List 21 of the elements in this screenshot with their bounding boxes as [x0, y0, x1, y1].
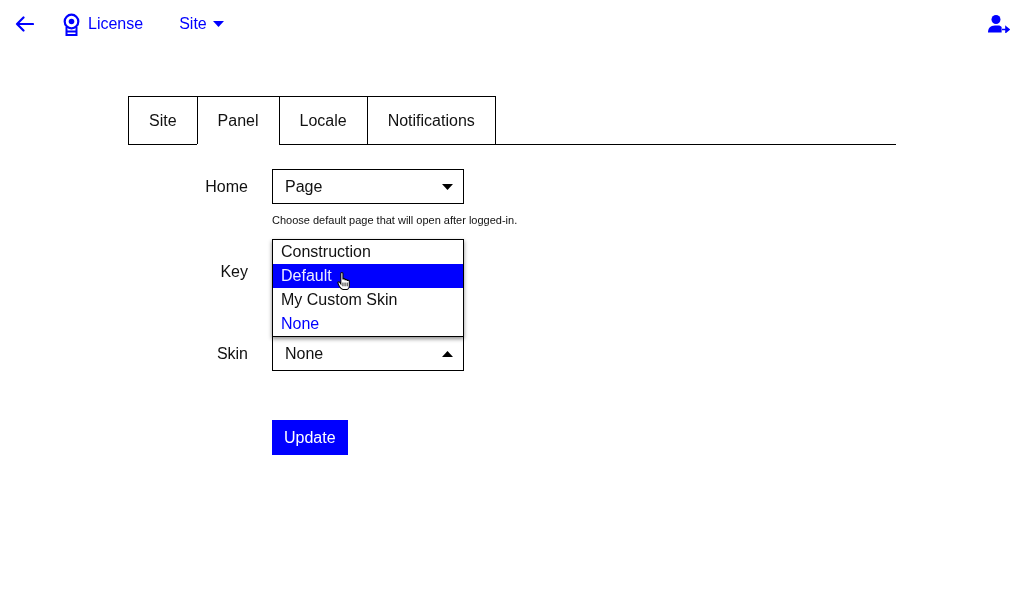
- dropdown-option[interactable]: Construction: [273, 240, 463, 264]
- caret-down-icon: [212, 21, 224, 27]
- help-text: Choose default page that will open after logged-in.: [272, 214, 518, 227]
- hand-cursor-icon: [336, 272, 351, 290]
- dropdown-option[interactable]: None: [273, 312, 463, 336]
- user-arrow-icon[interactable]: [987, 15, 1010, 33]
- select-field[interactable]: None: [272, 336, 464, 371]
- dropdown-option[interactable]: My Custom Skin: [273, 288, 463, 312]
- license-link[interactable]: License: [88, 14, 144, 34]
- site-menu[interactable]: Site: [179, 14, 224, 34]
- update-button[interactable]: Update: [272, 420, 348, 455]
- field-label: Key: [220, 262, 248, 280]
- field-label: Home: [205, 177, 248, 195]
- tab[interactable]: Site: [128, 96, 198, 144]
- dropdown-option[interactable]: Default: [273, 264, 463, 288]
- back-button[interactable]: [15, 16, 34, 32]
- tab[interactable]: Notifications: [366, 96, 496, 144]
- award-ribbon-icon: [63, 12, 80, 36]
- back-arrow-icon: [15, 16, 34, 32]
- select-field[interactable]: Page: [272, 169, 464, 204]
- field-label: Skin: [216, 344, 248, 362]
